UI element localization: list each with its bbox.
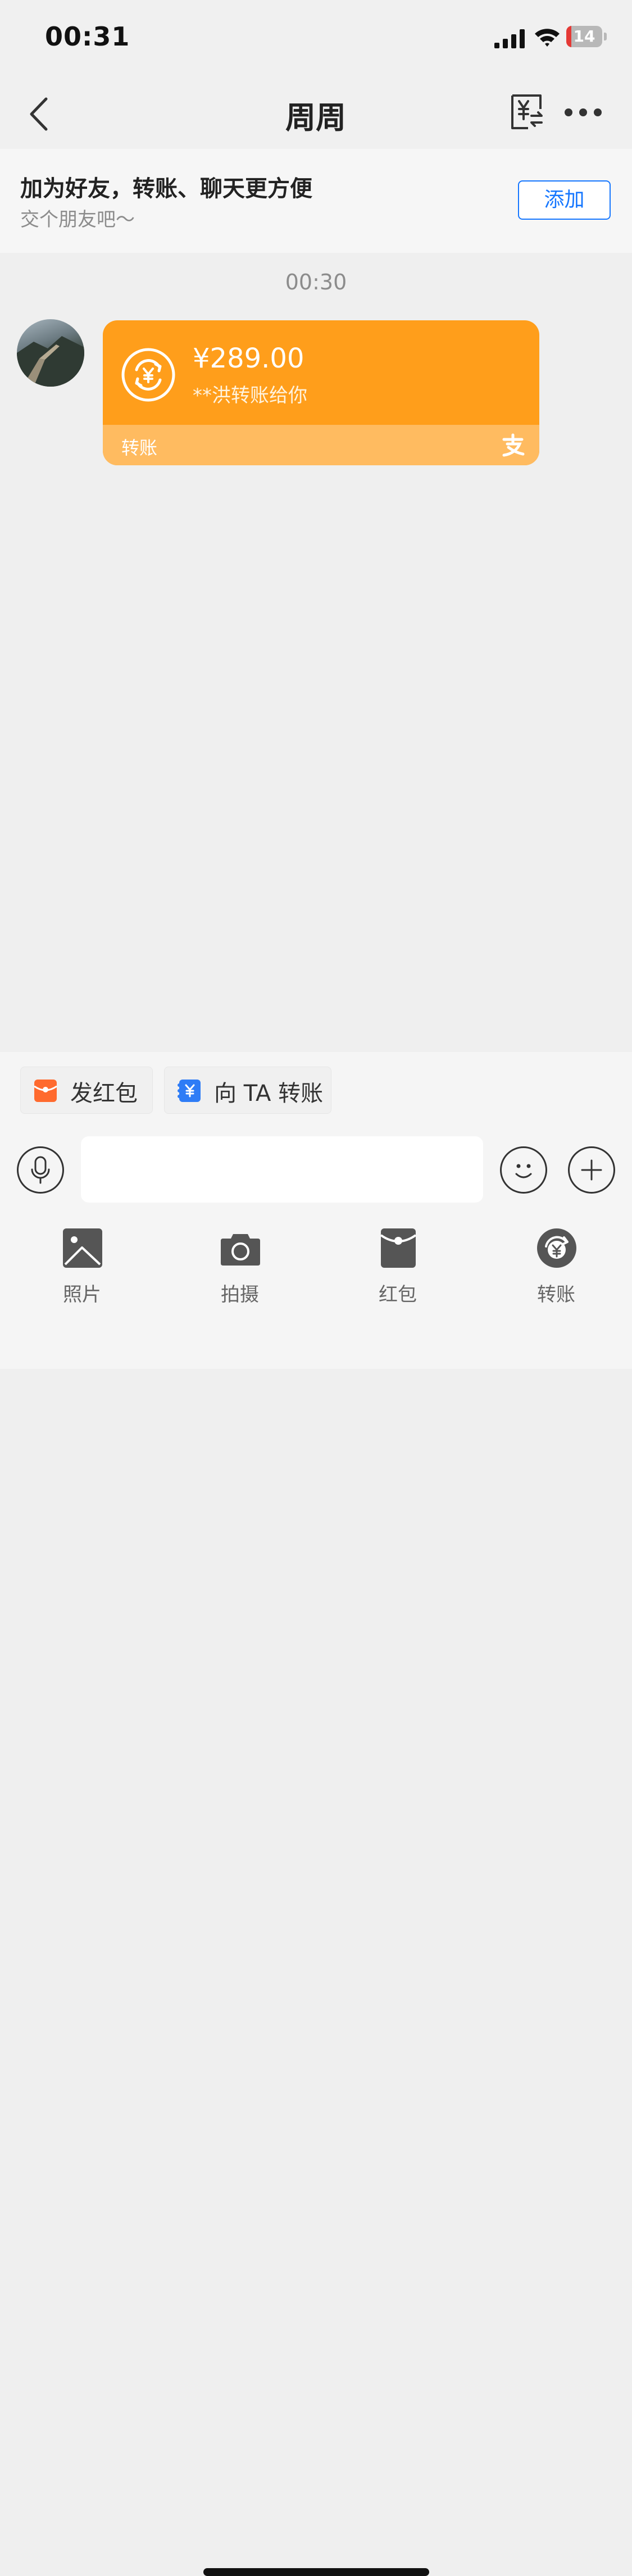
status-time: 00:31 (45, 21, 130, 52)
battery-icon: 14 (566, 26, 607, 48)
toolbar-item-red-packet[interactable]: 红包 (342, 1223, 454, 1307)
transfer-message-card[interactable]: ¥289.00 **洪转账给你 转账 (103, 320, 539, 465)
red-packet-icon (34, 1080, 57, 1102)
toolbar-item-photo[interactable]: 照片 (26, 1223, 138, 1307)
more-icon[interactable] (561, 96, 606, 129)
wifi-icon (535, 29, 560, 47)
nav-bar: 周周 (0, 79, 632, 149)
alipay-logo-icon (502, 433, 525, 457)
transfer-card-footer: 转账 (103, 425, 539, 465)
transfer-card-label: 转账 (121, 437, 158, 459)
transfer-icon (178, 1080, 201, 1102)
transfer-to-ta-label: 向 TA 转账 (214, 1081, 324, 1106)
toolbar-item-transfer[interactable]: 转账 (500, 1223, 612, 1307)
send-red-packet-chip[interactable]: 发红包 (20, 1067, 153, 1114)
toolbar-item-camera[interactable]: 拍摄 (184, 1223, 296, 1307)
banner-title: 加为好友，转账、聊天更方便 (20, 176, 312, 202)
camera-icon (221, 1234, 260, 1266)
page-title: 周周 (285, 100, 346, 135)
microphone-icon (31, 1156, 50, 1184)
message-timestamp: 00:30 (285, 270, 347, 294)
emoji-button[interactable] (500, 1146, 547, 1194)
voice-input-button[interactable] (17, 1146, 64, 1194)
toolbar-label-red-packet: 红包 (379, 1284, 417, 1306)
toolbar-label-photo: 照片 (63, 1284, 101, 1306)
message-input[interactable] (81, 1136, 483, 1203)
home-indicator[interactable] (203, 2568, 429, 2576)
more-actions-button[interactable] (568, 1146, 615, 1194)
transfer-description: **洪转账给你 (193, 384, 307, 407)
signal-icon (494, 29, 525, 48)
toolbar-label-camera: 拍摄 (221, 1284, 259, 1306)
banner-subtitle: 交个朋友吧～ (20, 208, 135, 231)
battery-level: 14 (573, 27, 595, 46)
toolbar-label-transfer: 转账 (537, 1284, 575, 1306)
send-red-packet-label: 发红包 (70, 1081, 138, 1106)
transfer-icon (121, 348, 175, 402)
add-friend-banner: 加为好友，转账、聊天更方便 交个朋友吧～ 添加 (0, 149, 632, 253)
avatar[interactable] (17, 319, 84, 387)
transfer-amount: ¥289.00 (193, 343, 304, 374)
back-button[interactable] (20, 89, 61, 139)
transfer-to-ta-chip[interactable]: 向 TA 转账 (164, 1067, 331, 1114)
add-friend-button[interactable]: 添加 (518, 180, 611, 220)
photo-icon (63, 1228, 102, 1268)
quick-actions-bar: 发红包 向 TA 转账 (0, 1052, 632, 1122)
plus-icon (581, 1159, 602, 1181)
bottom-toolbar: 照片 拍摄 红包 转账 (0, 1223, 632, 2576)
red-packet-icon (380, 1228, 417, 1268)
transfer-exchange-icon[interactable] (507, 92, 546, 131)
status-bar: 00:31 14 (0, 0, 632, 79)
transfer-icon (537, 1228, 576, 1268)
input-bar (0, 1122, 632, 1223)
smiley-icon (515, 1164, 532, 1178)
